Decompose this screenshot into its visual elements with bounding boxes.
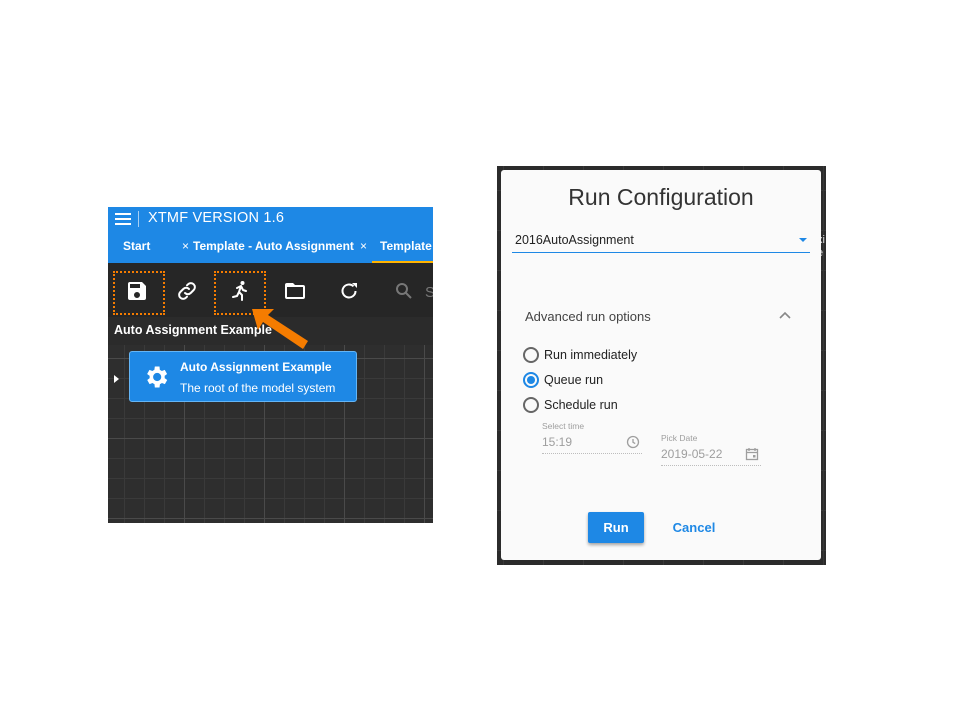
radio-button[interactable] [523, 397, 539, 413]
tab-template-auto-assignment[interactable]: Template - Auto Assignment [193, 231, 354, 263]
save-highlight-box [113, 271, 165, 315]
folder-open-icon[interactable] [283, 279, 307, 303]
date-picker-field[interactable]: Pick Date 2019-05-22 [661, 433, 761, 469]
tab-template-auto-assignment-close[interactable]: × [352, 231, 367, 263]
close-icon[interactable]: × [360, 239, 367, 253]
refresh-icon[interactable] [337, 279, 361, 303]
expand-caret-icon[interactable] [114, 375, 119, 383]
time-field-caption: Select time [542, 421, 585, 431]
tab-label: Template [380, 239, 432, 253]
tab-start[interactable]: Start [123, 231, 150, 263]
radio-label: Queue run [544, 373, 604, 387]
configuration-select[interactable]: 2016AutoAssignment [512, 228, 810, 253]
tab-label: Template - Auto Assignment [193, 239, 354, 253]
time-field-underline [542, 453, 642, 454]
menu-icon[interactable] [115, 213, 131, 225]
dialog-backdrop: xi e Run Configuration 2016AutoAssignmen… [497, 166, 826, 565]
node-title: Auto Assignment Example [180, 360, 332, 374]
time-field-value[interactable]: 15:19 [542, 435, 572, 449]
gear-icon [147, 366, 168, 388]
date-field-value[interactable]: 2019-05-22 [661, 447, 722, 461]
close-icon[interactable]: × [182, 239, 189, 253]
xtmf-window: XTMF VERSION 1.6 Start × Template - Auto… [108, 207, 433, 523]
radio-button[interactable] [523, 347, 539, 363]
tab-start-close[interactable]: × [174, 231, 189, 263]
node-subtitle: The root of the model system [180, 381, 336, 395]
model-node-root[interactable]: Auto Assignment Example The root of the … [129, 351, 357, 402]
cancel-button[interactable]: Cancel [665, 512, 723, 543]
dropdown-arrow-icon[interactable] [799, 238, 807, 242]
search-icon[interactable] [392, 279, 416, 303]
chevron-up-icon[interactable] [777, 308, 793, 324]
date-field-caption: Pick Date [661, 433, 698, 443]
breadcrumb-label: Auto Assignment Example [114, 323, 272, 337]
tab-label: Start [123, 239, 151, 253]
radio-label: Run immediately [544, 348, 638, 362]
tab-template[interactable]: Template [380, 231, 432, 263]
time-picker-field[interactable]: Select time 15:19 [542, 421, 642, 457]
radio-selected-dot [527, 376, 535, 384]
radio-label: Schedule run [544, 398, 618, 412]
app-title: XTMF VERSION 1.6 [148, 210, 285, 226]
calendar-icon[interactable] [745, 447, 759, 461]
tab-bar: Start × Template - Auto Assignment × Tem… [108, 231, 433, 263]
dialog-title: Run Configuration [568, 184, 754, 210]
run-configuration-dialog: Run Configuration 2016AutoAssignment Adv… [501, 170, 821, 560]
callout-arrow-icon [252, 309, 308, 349]
title-bar: XTMF VERSION 1.6 [108, 207, 433, 231]
title-separator [138, 211, 139, 227]
link-icon[interactable] [175, 279, 199, 303]
run-button[interactable]: Run [588, 512, 644, 543]
clock-icon[interactable] [626, 435, 640, 449]
advanced-options-header[interactable]: Advanced run options [525, 309, 651, 324]
configuration-select-value: 2016AutoAssignment [515, 233, 634, 247]
search-input[interactable]: S [425, 284, 433, 301]
date-field-underline [661, 465, 761, 466]
